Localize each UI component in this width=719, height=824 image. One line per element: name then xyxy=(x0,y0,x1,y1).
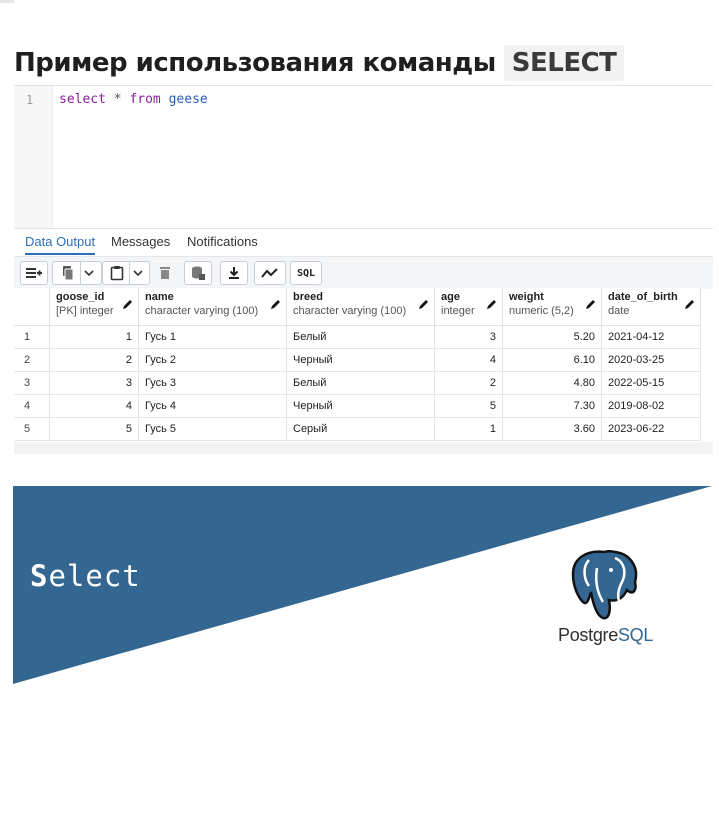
page-title: Пример использования команды SELECT xyxy=(14,44,625,82)
cell-weight[interactable]: 7.30 xyxy=(502,394,602,418)
page-title-code: SELECT xyxy=(503,45,625,81)
column-header-weight[interactable]: weight numeric (5,2) xyxy=(502,288,602,326)
column-header-date-of-birth[interactable]: date_of_birth date xyxy=(601,288,701,326)
cell-age[interactable]: 3 xyxy=(434,325,503,349)
cell-breed[interactable]: Белый xyxy=(286,371,435,395)
sql-button[interactable]: SQL xyxy=(290,261,322,285)
elephant-logo-icon xyxy=(571,550,638,620)
data-grid: goose_id [PK] integer name character varyi… xyxy=(14,288,713,441)
save-data-icon xyxy=(192,266,205,280)
row-number[interactable]: 2 xyxy=(14,348,50,372)
cell-goose-id[interactable]: 3 xyxy=(49,371,139,395)
tab-notifications[interactable]: Notifications xyxy=(187,234,258,253)
page-title-text: Пример использования команды xyxy=(14,48,496,78)
column-header-name[interactable]: name character varying (100) xyxy=(138,288,287,326)
copy-icon xyxy=(63,266,74,281)
row-number[interactable]: 1 xyxy=(14,325,50,349)
query-editor[interactable]: 1 select * from geese xyxy=(14,85,713,228)
operator-star: * xyxy=(113,92,122,107)
banner-title: Select xyxy=(30,559,141,593)
cell-goose-id[interactable]: 1 xyxy=(49,325,139,349)
cell-date-of-birth[interactable]: 2019-08-02 xyxy=(601,394,701,418)
table-row[interactable]: 3 3 Гусь 3 Белый 2 4.80 2022-05-15 xyxy=(14,371,701,395)
chevron-down-icon xyxy=(84,270,94,277)
keyword-from: from xyxy=(129,92,161,107)
copy-button-group[interactable] xyxy=(52,261,102,285)
download-icon xyxy=(229,267,239,279)
result-tabs: Data Output Messages Notifications xyxy=(14,228,713,257)
edit-pencil-icon[interactable] xyxy=(418,299,429,310)
cell-breed[interactable]: Черный xyxy=(286,348,435,372)
graph-visualiser-button[interactable] xyxy=(254,261,286,285)
column-header-goose-id[interactable]: goose_id [PK] integer xyxy=(49,288,139,326)
cell-weight[interactable]: 6.10 xyxy=(502,348,602,372)
cell-age[interactable]: 4 xyxy=(434,348,503,372)
cell-date-of-birth[interactable]: 2021-04-12 xyxy=(601,325,701,349)
cell-name[interactable]: Гусь 4 xyxy=(138,394,287,418)
table-row[interactable]: 4 4 Гусь 4 Черный 5 7.30 2019-08-02 xyxy=(14,394,701,418)
grid-scroll-area xyxy=(14,442,713,454)
row-number[interactable]: 5 xyxy=(14,417,50,441)
paste-icon xyxy=(110,266,124,281)
line-number: 1 xyxy=(26,93,34,107)
edit-pencil-icon[interactable] xyxy=(270,299,281,310)
edit-pencil-icon[interactable] xyxy=(486,299,497,310)
keyword-select: select xyxy=(59,92,106,107)
add-row-button[interactable] xyxy=(20,261,48,285)
cell-date-of-birth[interactable]: 2022-05-15 xyxy=(601,371,701,395)
cell-goose-id[interactable]: 2 xyxy=(49,348,139,372)
add-row-icon xyxy=(26,268,42,278)
cell-name[interactable]: Гусь 2 xyxy=(138,348,287,372)
editor-gutter: 1 xyxy=(14,86,53,228)
top-edge-fragment xyxy=(0,0,14,3)
cell-weight[interactable]: 3.60 xyxy=(502,417,602,441)
chevron-down-icon xyxy=(133,270,143,277)
save-data-button[interactable] xyxy=(184,261,212,285)
cell-weight[interactable]: 4.80 xyxy=(502,371,602,395)
cell-date-of-birth[interactable]: 2020-03-25 xyxy=(601,348,701,372)
table-row[interactable]: 2 2 Гусь 2 Черный 4 6.10 2020-03-25 xyxy=(14,348,701,372)
graph-icon xyxy=(261,268,278,278)
edit-pencil-icon[interactable] xyxy=(585,299,596,310)
delete-icon xyxy=(160,267,170,279)
edit-pencil-icon[interactable] xyxy=(122,299,133,310)
table-row[interactable]: 5 5 Гусь 5 Серый 1 3.60 2023-06-22 xyxy=(14,417,701,441)
cell-age[interactable]: 5 xyxy=(434,394,503,418)
paste-button-group[interactable] xyxy=(102,261,150,285)
cell-weight[interactable]: 5.20 xyxy=(502,325,602,349)
result-toolbar: SQL xyxy=(14,256,713,289)
cell-age[interactable]: 1 xyxy=(434,417,503,441)
cell-breed[interactable]: Серый xyxy=(286,417,435,441)
tab-data-output[interactable]: Data Output xyxy=(25,234,96,255)
cell-breed[interactable]: Черный xyxy=(286,394,435,418)
row-number[interactable]: 4 xyxy=(14,394,50,418)
cell-name[interactable]: Гусь 3 xyxy=(138,371,287,395)
cell-name[interactable]: Гусь 5 xyxy=(138,417,287,441)
table-identifier: geese xyxy=(168,92,208,107)
table-row[interactable]: 1 1 Гусь 1 Белый 3 5.20 2021-04-12 xyxy=(14,325,701,349)
cell-name[interactable]: Гусь 1 xyxy=(138,325,287,349)
code-line[interactable]: select * from geese xyxy=(59,92,208,107)
postgresql-wordmark: PostgreSQL xyxy=(558,625,654,645)
column-header-breed[interactable]: breed character varying (100) xyxy=(286,288,435,326)
cell-goose-id[interactable]: 5 xyxy=(49,417,139,441)
result-table: goose_id [PK] integer name character varyi… xyxy=(14,288,701,441)
download-button[interactable] xyxy=(220,261,248,285)
sql-icon: SQL xyxy=(296,267,316,279)
header-row: goose_id [PK] integer name character varyi… xyxy=(14,288,701,326)
column-header-age[interactable]: age integer xyxy=(434,288,503,326)
cell-breed[interactable]: Белый xyxy=(286,325,435,349)
row-number[interactable]: 3 xyxy=(14,371,50,395)
delete-button[interactable] xyxy=(152,261,178,285)
cell-date-of-birth[interactable]: 2023-06-22 xyxy=(601,417,701,441)
tab-messages[interactable]: Messages xyxy=(111,234,170,253)
cell-goose-id[interactable]: 4 xyxy=(49,394,139,418)
row-header-corner xyxy=(14,288,50,326)
cell-age[interactable]: 2 xyxy=(434,371,503,395)
edit-pencil-icon[interactable] xyxy=(684,299,695,310)
